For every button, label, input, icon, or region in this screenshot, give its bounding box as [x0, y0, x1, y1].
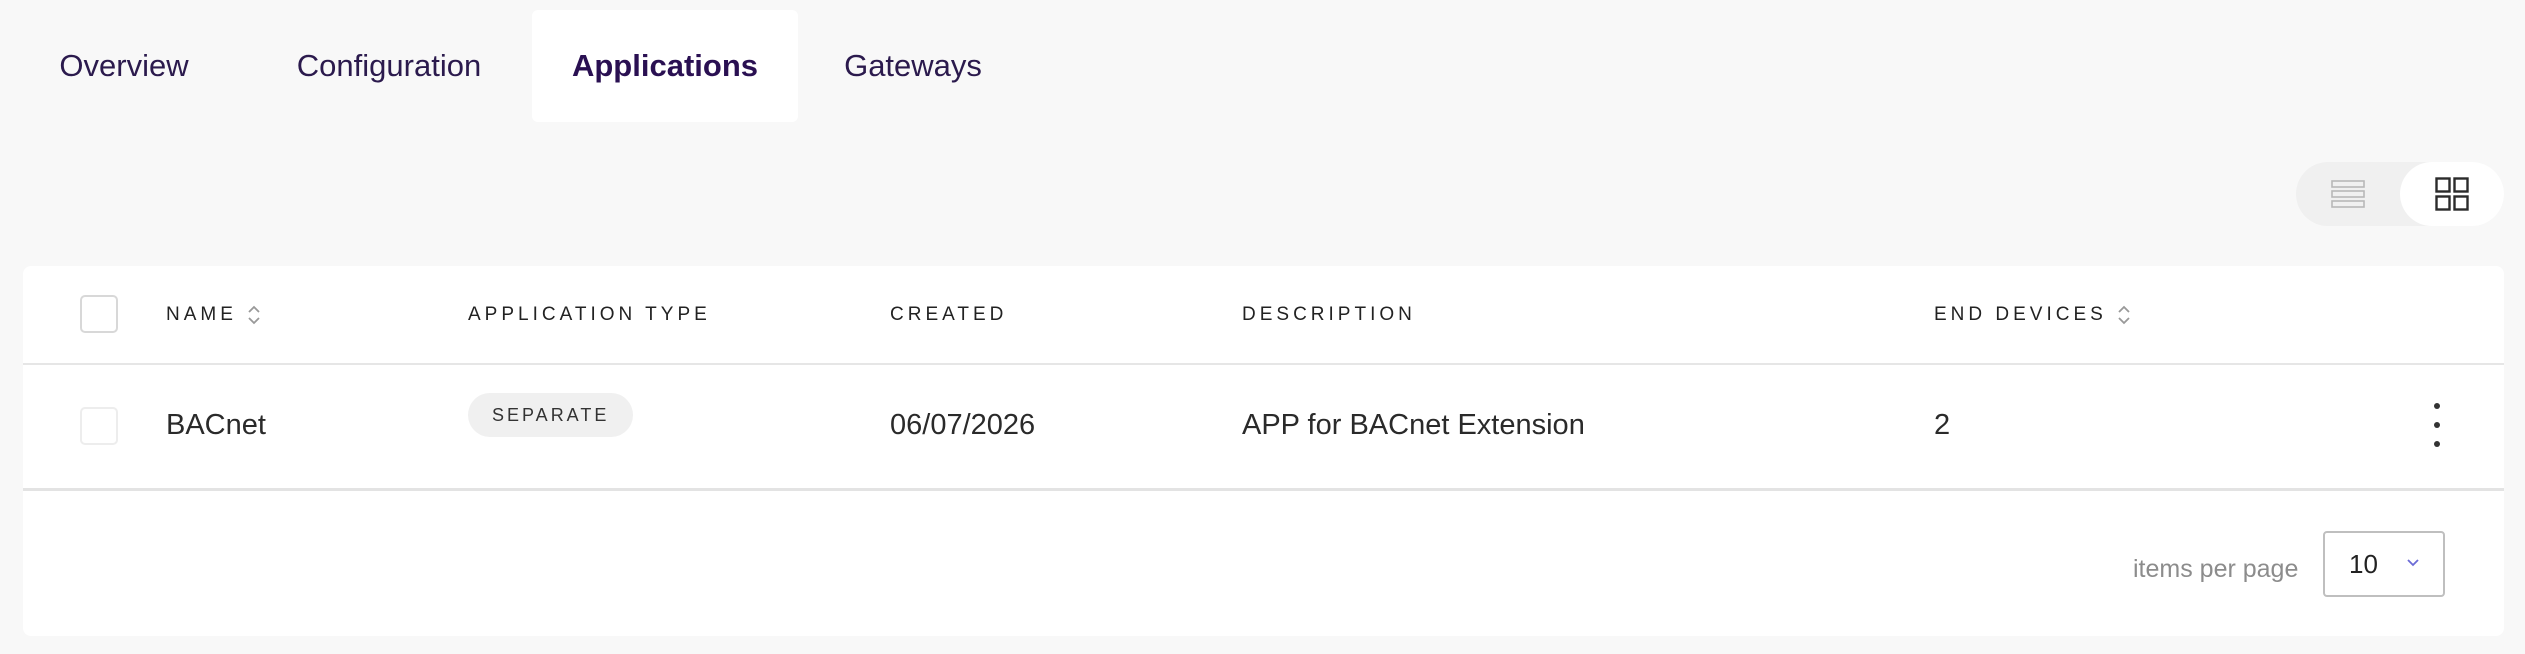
cell-name: BACnet [166, 409, 266, 441]
column-header-created: CREATED [890, 266, 1007, 363]
view-toggle [2296, 162, 2504, 226]
column-label: NAME [166, 303, 237, 325]
column-header-end-devices[interactable]: END DEVICES [1934, 266, 2131, 363]
cell-created: 06/07/2026 [890, 409, 1036, 441]
column-header-name[interactable]: NAME [166, 266, 261, 363]
more-options-icon[interactable] [2423, 403, 2451, 447]
items-per-page-value: 10 [2349, 548, 2378, 579]
application-type-badge: SEPARATE [468, 393, 634, 437]
list-view-icon [2331, 180, 2365, 208]
column-label: APPLICATION TYPE [468, 303, 711, 325]
applications-table: NAME APPLICATION TYPE CREATED DESCRIPTIO… [23, 266, 2504, 636]
sort-icon[interactable] [247, 304, 261, 326]
sort-icon[interactable] [2117, 304, 2131, 326]
table-row[interactable]: BACnet SEPARATE 06/07/2026 APP for BACne… [23, 363, 2504, 491]
items-per-page-select[interactable]: 10 [2323, 531, 2445, 597]
tab-overview[interactable]: Overview [40, 10, 208, 122]
column-label: END DEVICES [1934, 303, 2107, 325]
cell-description: APP for BACnet Extension [1242, 409, 1585, 441]
tab-configuration[interactable]: Configuration [262, 10, 516, 122]
chevron-down-icon [2407, 559, 2419, 567]
table-header: NAME APPLICATION TYPE CREATED DESCRIPTIO… [23, 266, 2504, 365]
tab-applications[interactable]: Applications [532, 10, 798, 122]
list-view-button[interactable] [2296, 162, 2400, 226]
grid-view-icon [2435, 177, 2469, 211]
row-checkbox[interactable] [80, 407, 118, 445]
column-header-application-type: APPLICATION TYPE [468, 266, 711, 363]
column-header-description: DESCRIPTION [1242, 266, 1416, 363]
column-label: CREATED [890, 303, 1008, 325]
grid-view-button[interactable] [2400, 162, 2504, 226]
select-all-checkbox[interactable] [80, 295, 118, 333]
column-label: DESCRIPTION [1242, 303, 1416, 325]
tab-gateways[interactable]: Gateways [822, 10, 1004, 122]
cell-end-devices: 2 [1934, 409, 1951, 441]
items-per-page-label: items per page [2133, 554, 2299, 583]
